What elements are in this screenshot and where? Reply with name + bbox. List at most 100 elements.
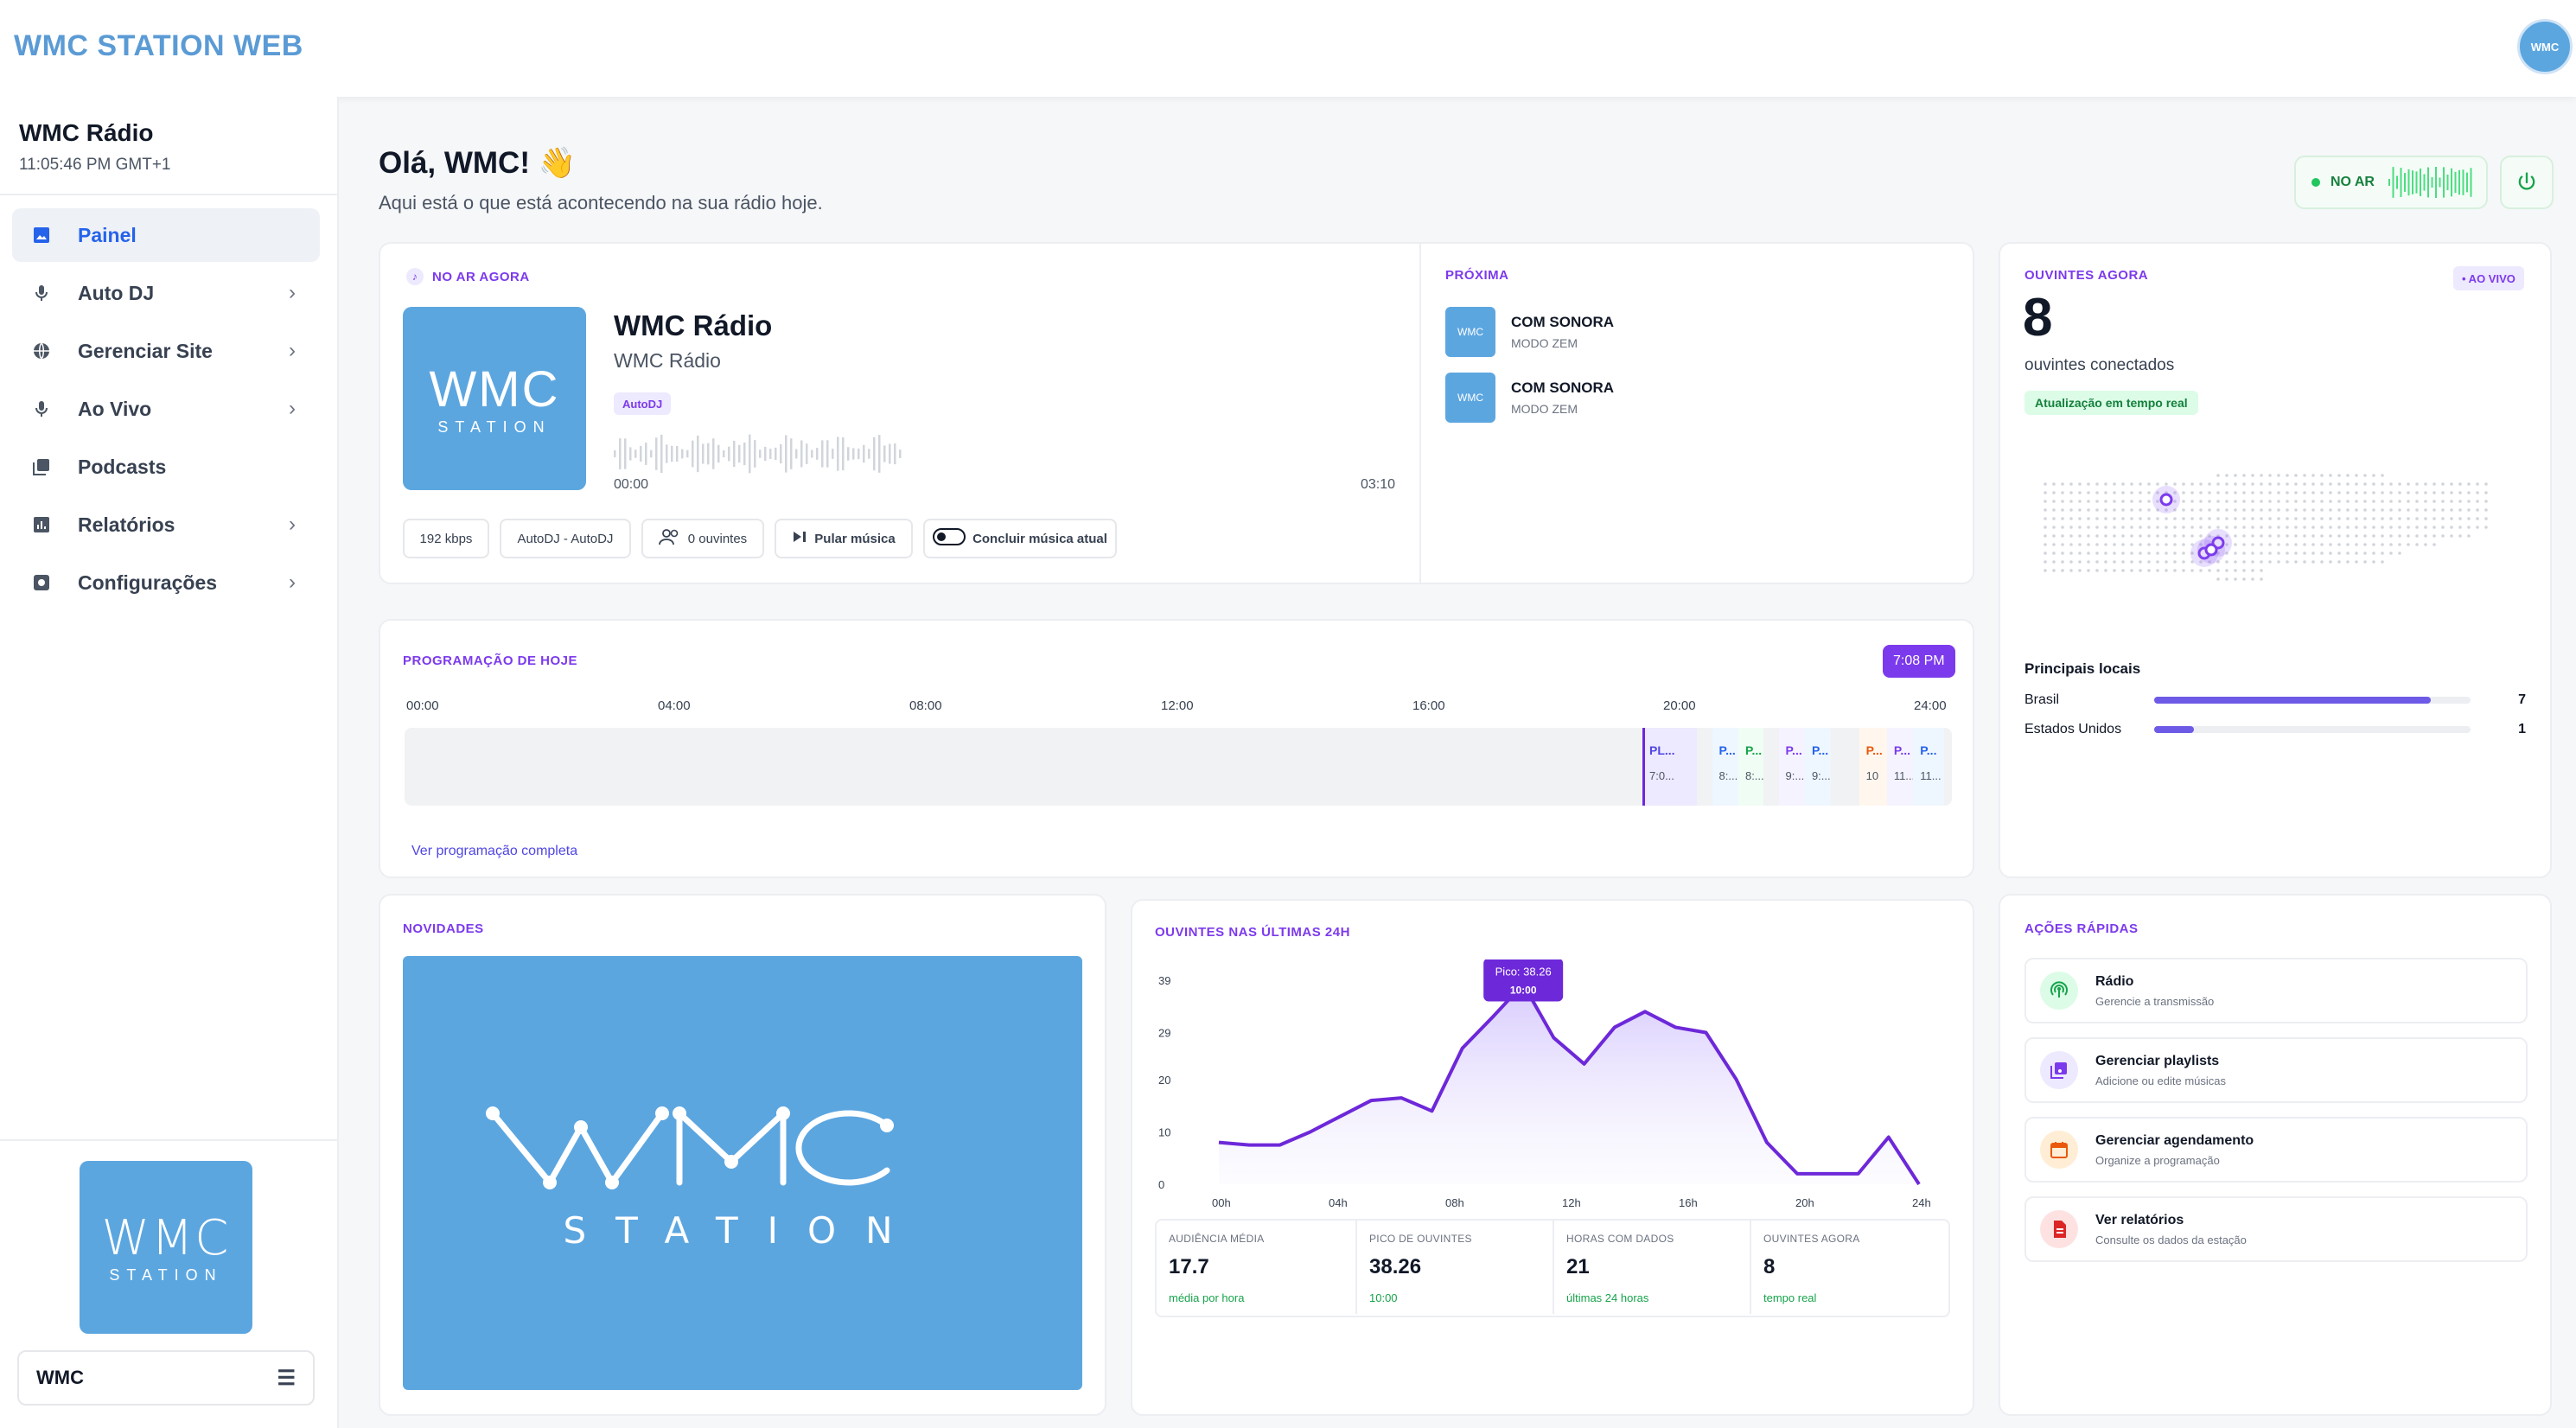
schedule-slot[interactable]: P... 11... — [1886, 728, 1914, 806]
stat-label: PICO DE OUVINTES — [1369, 1233, 1472, 1245]
schedule-slot[interactable]: PL... 7:0... — [1642, 728, 1697, 806]
map-dot — [2458, 526, 2462, 529]
map-dot — [2398, 508, 2401, 512]
map-dot — [2069, 543, 2073, 546]
map-dot — [2208, 508, 2211, 512]
map-dot — [2190, 491, 2194, 494]
hour-label: 00:00 — [406, 698, 439, 713]
map-dot — [2433, 534, 2436, 538]
map-dot — [2113, 491, 2116, 494]
sidebar-item-gerenciar-site[interactable]: Gerenciar Site › — [12, 324, 320, 378]
now-playing-section: ♪ NO AR AGORA — [406, 268, 530, 285]
map-dot — [2424, 500, 2427, 503]
menu-collapse-icon[interactable]: ☰ — [277, 1366, 296, 1391]
app-brand[interactable]: WMC STATION WEB — [14, 29, 303, 63]
schedule-slot[interactable]: P... 9:... — [1804, 728, 1832, 806]
schedule-slot[interactable]: P... 11... — [1913, 728, 1945, 806]
listeners-line-chart[interactable]: 39 29 20 10 0 00h 04h 08h 12h 16h 20h 24h Pico: 38.2… — [1141, 959, 1962, 1219]
map-dot — [2130, 551, 2133, 555]
map-dot — [2104, 517, 2107, 520]
map-dot — [2242, 482, 2246, 486]
map-dot — [2078, 517, 2082, 520]
quick-action-schedule[interactable]: Gerenciar agendamento Organize a programa… — [2024, 1117, 2528, 1183]
quick-action-playlists[interactable]: Gerenciar playlists Adicione ou edite mús… — [2024, 1037, 2528, 1103]
next-track-item[interactable]: WMC COM SONORA MODO ZEM — [1445, 306, 1826, 358]
map-dot — [2424, 491, 2427, 494]
map-dot — [2260, 569, 2263, 572]
map-dot — [2044, 517, 2047, 520]
sidebar-item-painel[interactable]: Painel — [12, 208, 320, 262]
user-menu[interactable]: WMC ☰ — [17, 1350, 315, 1406]
waveform-bar — [707, 443, 710, 465]
next-track-item[interactable]: WMC COM SONORA MODO ZEM — [1445, 372, 1826, 424]
schedule-timeline[interactable]: PL... 7:0... P... 8:... P... 8:... P... 9:... P.… — [405, 728, 1952, 806]
map-dot — [2277, 543, 2280, 546]
schedule-slot[interactable]: P... 10 — [1859, 728, 1887, 806]
sidebar-item-label: Ao Vivo — [78, 397, 152, 420]
skip-track-button[interactable]: Pular música — [775, 519, 913, 558]
sidebar-item-relatorios[interactable]: Relatórios › — [12, 498, 320, 551]
sidebar-item-ao-vivo[interactable]: Ao Vivo › — [12, 382, 320, 436]
waveform-bar — [702, 443, 705, 464]
map-dot — [2433, 526, 2436, 529]
map-dot — [2121, 551, 2125, 555]
map-dot — [2113, 551, 2116, 555]
map-dot — [2052, 517, 2056, 520]
chevron-right-icon: › — [289, 281, 296, 304]
map-dot — [2268, 543, 2272, 546]
schedule-section-title: PROGRAMAÇÃO DE HOJE — [403, 653, 578, 668]
sidebar-item-podcasts[interactable]: Podcasts — [12, 440, 320, 494]
map-dot — [2087, 534, 2090, 538]
schedule-slot[interactable]: P... 9:... — [1778, 728, 1805, 806]
map-dot — [2052, 534, 2056, 538]
hour-label: 24:00 — [1914, 698, 1947, 713]
waveform-bar — [749, 434, 751, 474]
map-dot — [2260, 526, 2263, 529]
track-waveform[interactable] — [614, 432, 908, 475]
map-dot — [2260, 551, 2263, 555]
map-dot — [2441, 491, 2445, 494]
map-dot — [2147, 543, 2151, 546]
listeners-map[interactable] — [2040, 458, 2507, 614]
map-dot — [2139, 534, 2142, 538]
news-image[interactable]: STATION — [403, 956, 1082, 1390]
map-dot — [2130, 500, 2133, 503]
map-dot — [2320, 526, 2324, 529]
waveform-bar — [852, 448, 855, 460]
full-schedule-link[interactable]: Ver programação completa — [411, 844, 577, 859]
map-dot — [2450, 482, 2453, 486]
on-air-status[interactable]: NO AR — [2294, 156, 2488, 209]
listener-marker[interactable] — [2159, 493, 2173, 507]
map-dot — [2251, 551, 2254, 555]
map-dot — [2260, 500, 2263, 503]
map-dot — [2095, 534, 2099, 538]
map-dot — [2156, 560, 2159, 564]
map-dot — [2260, 534, 2263, 538]
waveform-bar — [847, 447, 850, 461]
sidebar-item-label: Configurações — [78, 571, 218, 594]
map-dot — [2095, 508, 2099, 512]
power-button[interactable] — [2500, 156, 2554, 209]
map-dot — [2337, 491, 2341, 494]
map-dot — [2121, 508, 2125, 512]
map-dot — [2286, 534, 2289, 538]
map-dot — [2433, 500, 2436, 503]
schedule-slot[interactable]: P... 8:... — [1738, 728, 1763, 806]
stat-sub: 10:00 — [1369, 1291, 1398, 1304]
sidebar-item-auto-dj[interactable]: Auto DJ › — [12, 266, 320, 320]
map-dot — [2173, 482, 2177, 486]
finish-track-toggle[interactable]: Concluir música atual — [923, 519, 1117, 558]
map-dot — [2147, 500, 2151, 503]
map-dot — [2130, 543, 2133, 546]
x-tick-label: 24h — [1912, 1196, 1931, 1209]
map-dot — [2147, 560, 2151, 564]
map-dot — [2320, 543, 2324, 546]
quick-action-reports[interactable]: Ver relatórios Consulte os dados da estaç… — [2024, 1196, 2528, 1262]
user-avatar[interactable]: WMC — [2517, 19, 2573, 74]
map-dot — [2052, 482, 2056, 486]
map-dot — [2156, 482, 2159, 486]
sidebar-item-configuracoes[interactable]: Configurações › — [12, 556, 320, 609]
schedule-slot[interactable]: P... 8:... — [1712, 728, 1738, 806]
quick-action-radio[interactable]: Rádio Gerencie a transmissão — [2024, 958, 2528, 1023]
listener-marker[interactable] — [2204, 543, 2218, 557]
